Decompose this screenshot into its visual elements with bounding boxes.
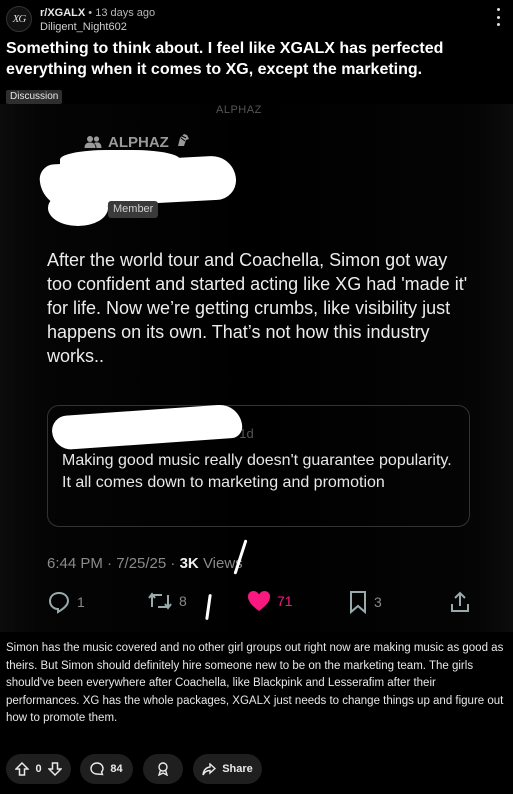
like-action: 71 — [247, 590, 293, 612]
post-action-bar: 0 84 Share — [0, 754, 513, 784]
reply-count: 1 — [77, 594, 85, 610]
post-meta: r/XGALX • 13 days ago — [40, 7, 155, 19]
post-title[interactable]: Something to think about. I feel like XG… — [6, 38, 509, 80]
share-icon — [451, 591, 469, 612]
bookmark-action: 3 — [348, 590, 382, 614]
member-badge: Member — [108, 201, 159, 218]
cropped-header-text: ALPHAZ — [216, 104, 262, 116]
vote-control: 0 — [6, 754, 71, 784]
subreddit-avatar[interactable]: XG — [6, 6, 32, 32]
post-time: 13 days ago — [95, 7, 156, 19]
post-header: XG r/XGALX • 13 days ago Diligent_Night6… — [0, 0, 513, 40]
author-link[interactable]: Diligent_Night602 — [40, 21, 127, 33]
repost-action: 8 — [147, 590, 187, 612]
reply-action: 1 — [47, 590, 85, 614]
share-button[interactable]: Share — [193, 754, 262, 784]
redaction-scribble — [48, 190, 108, 226]
bookmark-count: 3 — [374, 594, 382, 610]
share-action — [449, 590, 471, 614]
share-arrow-icon — [202, 762, 217, 775]
repost-count: 8 — [179, 593, 187, 609]
flair-badge[interactable]: Discussion — [6, 90, 63, 104]
award-icon — [157, 762, 169, 776]
comment-icon — [90, 762, 105, 776]
community-label: ALPHAZ — [84, 132, 191, 152]
upvote-icon[interactable] — [15, 762, 30, 776]
subreddit-link[interactable]: r/XGALX — [40, 7, 85, 19]
share-label: Share — [222, 763, 253, 775]
more-options-icon[interactable] — [491, 8, 505, 26]
people-icon — [84, 135, 102, 149]
quoted-post-text: Making good music really doesn't guarant… — [62, 452, 452, 491]
comments-button[interactable]: 84 — [80, 754, 133, 784]
timestamp-text: 6:44 PM · 7/25/25 · — [47, 555, 180, 572]
bookmark-icon — [350, 591, 366, 614]
vote-count: 0 — [35, 763, 42, 775]
views-count: 3K — [179, 555, 199, 572]
downvote-icon[interactable] — [47, 762, 62, 776]
reply-icon — [48, 591, 70, 614]
like-count: 71 — [277, 593, 293, 609]
repost-icon — [148, 592, 172, 610]
heart-icon — [248, 591, 270, 611]
award-button[interactable] — [143, 754, 183, 784]
comment-count: 84 — [110, 763, 123, 775]
zebra-emoji-icon — [175, 132, 191, 152]
redaction-scribble — [60, 150, 180, 174]
tweet-text: After the world tour and Coachella, Simo… — [47, 250, 468, 366]
tweet-actions: 1 8 71 3 — [0, 590, 513, 618]
community-name: ALPHAZ — [108, 133, 169, 151]
post-body: Simon has the music covered and no other… — [6, 642, 504, 725]
tweet-timestamp: 6:44 PM · 7/25/25 · 3K Views — [47, 555, 243, 572]
